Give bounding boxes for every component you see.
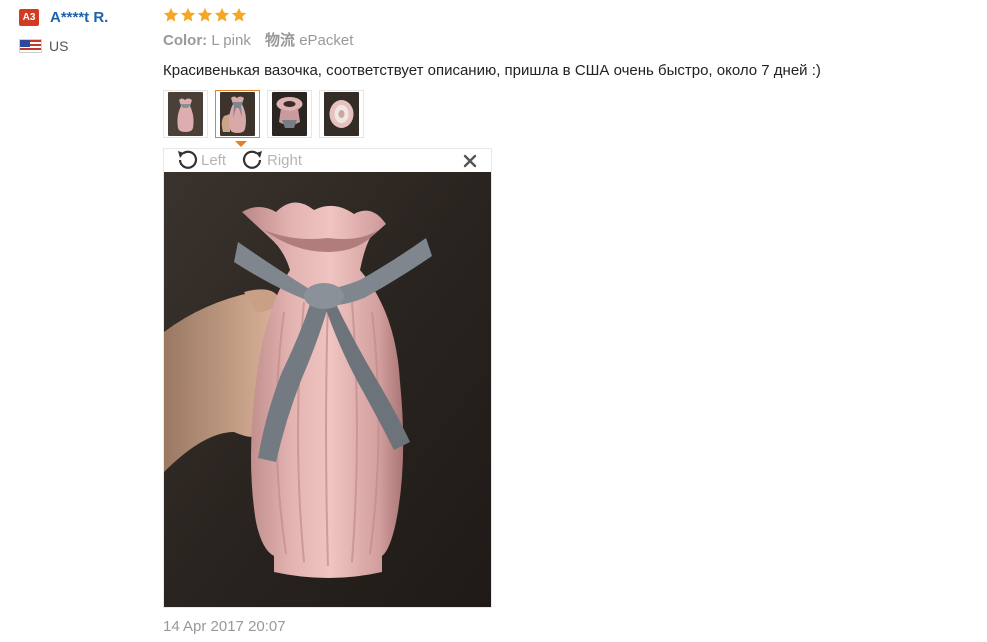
photo-thumbnail-1[interactable] [163, 90, 208, 138]
photo-viewer: Left Right [163, 148, 492, 608]
star-icon [214, 8, 230, 22]
attribute-key-shipping: 物流 [265, 32, 296, 49]
reviewer-name[interactable]: A****t R. [50, 9, 108, 26]
photo-thumbnail-2[interactable] [215, 90, 260, 138]
photo-thumbnail-3[interactable] [267, 90, 312, 138]
vase-photo-thumbnail-4 [324, 92, 359, 136]
rotate-right-label: Right [267, 151, 303, 169]
attribute-value-shipping: ePacket [299, 32, 354, 49]
rotate-left-button[interactable]: Left [174, 149, 226, 171]
attribute-value-color: L pink [211, 32, 251, 49]
photo-thumbnails [163, 90, 364, 138]
attribute-key-color: Color: [163, 32, 208, 49]
rotate-right-icon [242, 150, 262, 169]
viewer-toolbar: Left Right [164, 149, 491, 173]
rotate-left-label: Left [201, 151, 227, 169]
us-flag-icon [19, 39, 42, 53]
star-icon [197, 8, 213, 22]
review-date: 14 Apr 2017 20:07 [163, 618, 286, 635]
vase-photo-thumbnail-1 [168, 92, 203, 136]
review-card: A3 A****t R. US Color: L pink 物流 ePacket… [0, 0, 987, 642]
active-thumbnail-pointer [235, 141, 247, 147]
rotate-left-icon [178, 150, 198, 169]
order-attributes: Color: L pink 物流 ePacket [163, 32, 363, 50]
vase-photo-thumbnail-2 [220, 92, 255, 136]
review-photo-large [164, 172, 491, 607]
close-icon[interactable] [463, 154, 477, 168]
pink-vase-photo [164, 172, 491, 607]
rating-stars [163, 7, 247, 23]
rotate-right-button[interactable]: Right [240, 149, 302, 171]
reviewer-country: US [49, 38, 69, 54]
buyer-level-badge: A3 [19, 9, 39, 26]
star-icon [163, 8, 179, 22]
photo-thumbnail-4[interactable] [319, 90, 364, 138]
star-icon [180, 8, 196, 22]
vase-photo-thumbnail-3 [272, 92, 307, 136]
star-icon [231, 8, 247, 22]
review-text: Красивенькая вазочка, соответствует опис… [163, 62, 821, 79]
